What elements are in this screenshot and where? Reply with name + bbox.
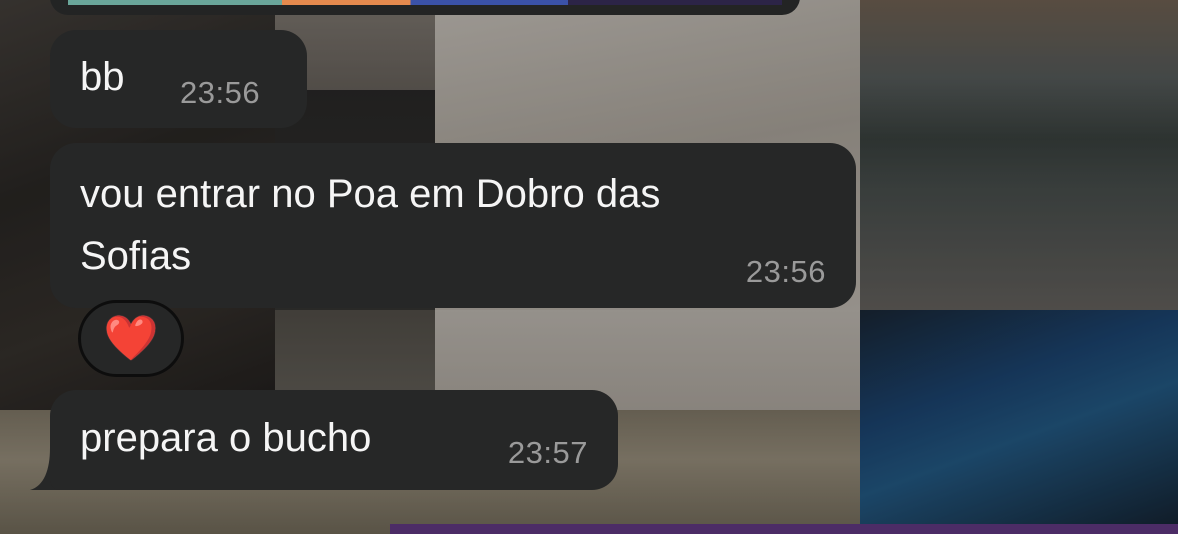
- message-text: prepara o bucho: [80, 416, 372, 460]
- previous-media-message[interactable]: [50, 0, 800, 15]
- message-text: vou entrar no Poa em Dobro das Sofias: [80, 172, 661, 278]
- message-timestamp: 23:56: [180, 75, 261, 110]
- message-bubble[interactable]: bb 23:56: [50, 30, 307, 128]
- message-text: bb: [80, 55, 125, 99]
- message-bubble[interactable]: prepara o bucho 23:57: [50, 390, 618, 490]
- reaction-badge[interactable]: ❤️: [78, 300, 184, 377]
- heart-icon: ❤️: [103, 312, 159, 364]
- message-timestamp: 23:56: [745, 254, 826, 289]
- media-thumbnail[interactable]: [68, 0, 782, 5]
- message-bubble[interactable]: vou entrar no Poa em Dobro das Sofias 23…: [50, 143, 856, 308]
- message-timestamp: 23:57: [507, 435, 588, 470]
